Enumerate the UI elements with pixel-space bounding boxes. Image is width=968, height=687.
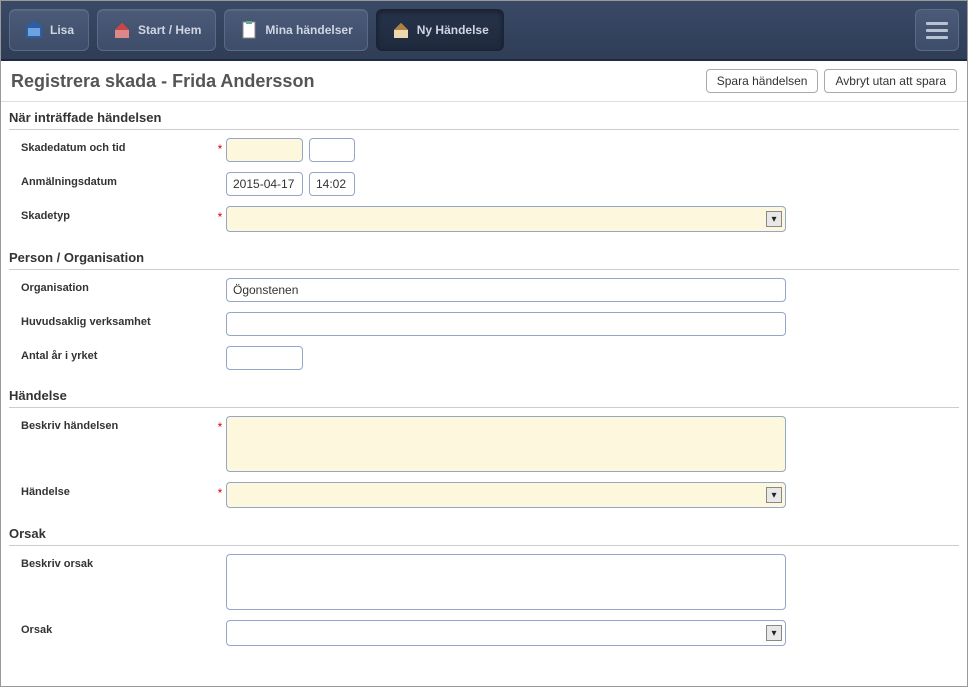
- anmalning-date-input[interactable]: [226, 172, 303, 196]
- nav-mina-label: Mina händelser: [265, 23, 352, 37]
- antalar-input[interactable]: [226, 346, 303, 370]
- orsak-select[interactable]: [226, 620, 786, 646]
- huvudverk-input[interactable]: [226, 312, 786, 336]
- form-scroll-area[interactable]: När inträffade händelsen Skadedatum och …: [1, 102, 967, 687]
- nav-start-label: Start / Hem: [138, 23, 201, 37]
- label-antalar: Antal år i yrket: [9, 346, 214, 362]
- menu-button[interactable]: [915, 9, 959, 51]
- label-skadetyp: Skadetyp: [9, 206, 214, 222]
- label-skadedatum: Skadedatum och tid: [9, 138, 214, 154]
- nav-lisa-label: Lisa: [50, 23, 74, 37]
- section-event: Händelse: [9, 380, 959, 408]
- skadedatum-time-input[interactable]: [309, 138, 355, 162]
- globe-icon: [24, 20, 44, 40]
- house-icon: [391, 20, 411, 40]
- nav-start[interactable]: Start / Hem: [97, 9, 216, 51]
- label-orsak: Orsak: [9, 620, 214, 636]
- beskrivorsak-textarea[interactable]: [226, 554, 786, 610]
- page-header: Registrera skada - Frida Andersson Spara…: [1, 61, 967, 102]
- required-marker: *: [214, 206, 226, 224]
- required-marker: *: [214, 416, 226, 434]
- home-icon: [112, 20, 132, 40]
- label-beskrivhandelse: Beskriv händelsen: [9, 416, 214, 432]
- top-navbar: Lisa Start / Hem Mina händelser Ny Hände…: [1, 1, 967, 61]
- section-person: Person / Organisation: [9, 242, 959, 270]
- section-when: När inträffade händelsen: [9, 102, 959, 130]
- label-handelse: Händelse: [9, 482, 214, 498]
- skadetyp-select[interactable]: [226, 206, 786, 232]
- nav-mina[interactable]: Mina händelser: [224, 9, 367, 51]
- beskrivhandelse-textarea[interactable]: [226, 416, 786, 472]
- nav-ny-handelse[interactable]: Ny Händelse: [376, 9, 504, 51]
- page-title: Registrera skada - Frida Andersson: [11, 71, 314, 92]
- skadedatum-date-input[interactable]: [226, 138, 303, 162]
- section-cause: Orsak: [9, 518, 959, 546]
- label-beskrivorsak: Beskriv orsak: [9, 554, 214, 570]
- nav-ny-label: Ny Händelse: [417, 23, 489, 37]
- clipboard-icon: [239, 20, 259, 40]
- nav-lisa[interactable]: Lisa: [9, 9, 89, 51]
- label-anmalning: Anmälningsdatum: [9, 172, 214, 188]
- handelse-select[interactable]: [226, 482, 786, 508]
- organisation-input[interactable]: [226, 278, 786, 302]
- cancel-button[interactable]: Avbryt utan att spara: [824, 69, 957, 93]
- anmalning-time-input[interactable]: [309, 172, 355, 196]
- save-button[interactable]: Spara händelsen: [706, 69, 819, 93]
- required-marker: *: [214, 138, 226, 156]
- required-marker: *: [214, 482, 226, 500]
- label-organisation: Organisation: [9, 278, 214, 294]
- label-huvudverk: Huvudsaklig verksamhet: [9, 312, 214, 328]
